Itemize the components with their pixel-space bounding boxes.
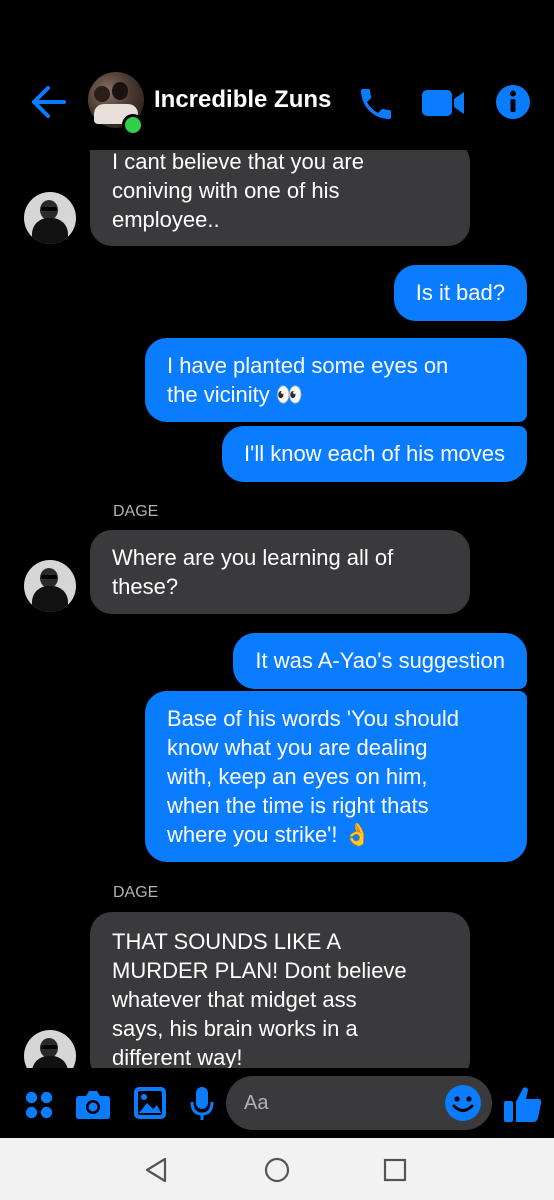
outgoing-message: I have planted some eyes on the vicinity … — [145, 338, 527, 422]
outgoing-message: Base of his words 'You should know what y… — [145, 691, 527, 862]
thumbs-up-icon[interactable] — [503, 1084, 543, 1124]
message-list[interactable]: I cant believe that you are coniving with… — [0, 150, 554, 1068]
microphone-icon[interactable] — [190, 1086, 214, 1122]
incoming-message: I cant believe that you are coniving with… — [90, 150, 470, 246]
incoming-message: THAT SOUNDS LIKE A MURDER PLAN! Dont beli… — [90, 912, 470, 1068]
outgoing-message: It was A-Yao's suggestion — [233, 633, 527, 689]
sender-avatar[interactable] — [24, 1030, 76, 1068]
outgoing-message: I'll know each of his moves — [222, 426, 527, 482]
phone-icon[interactable] — [356, 84, 396, 124]
camera-icon[interactable] — [75, 1088, 111, 1120]
sender-avatar[interactable] — [24, 192, 76, 244]
sender-name: DAGE — [113, 503, 159, 520]
nav-back-icon[interactable] — [143, 1156, 171, 1184]
chat-header: Incredible Zuns — [0, 0, 554, 150]
info-icon[interactable] — [494, 83, 532, 121]
message-composer: Aa — [0, 1068, 554, 1138]
online-status-dot — [122, 114, 144, 136]
back-arrow-icon[interactable] — [28, 82, 68, 122]
nav-home-icon[interactable] — [263, 1156, 291, 1184]
outgoing-message: Is it bad? — [393, 265, 527, 321]
nav-recents-icon[interactable] — [381, 1156, 409, 1184]
message-input[interactable]: Aa — [226, 1076, 492, 1130]
emoji-icon[interactable] — [444, 1084, 482, 1122]
image-icon[interactable] — [133, 1086, 167, 1120]
message-input-placeholder: Aa — [244, 1092, 269, 1114]
sender-name: DAGE — [113, 884, 159, 901]
system-navigation-bar — [0, 1138, 554, 1200]
apps-grid-icon[interactable] — [24, 1090, 54, 1120]
video-camera-icon[interactable] — [420, 86, 466, 120]
sender-avatar[interactable] — [24, 560, 76, 612]
incoming-message: Where are you learning all of these? — [90, 530, 470, 614]
conversation-title[interactable]: Incredible Zuns — [154, 86, 331, 114]
